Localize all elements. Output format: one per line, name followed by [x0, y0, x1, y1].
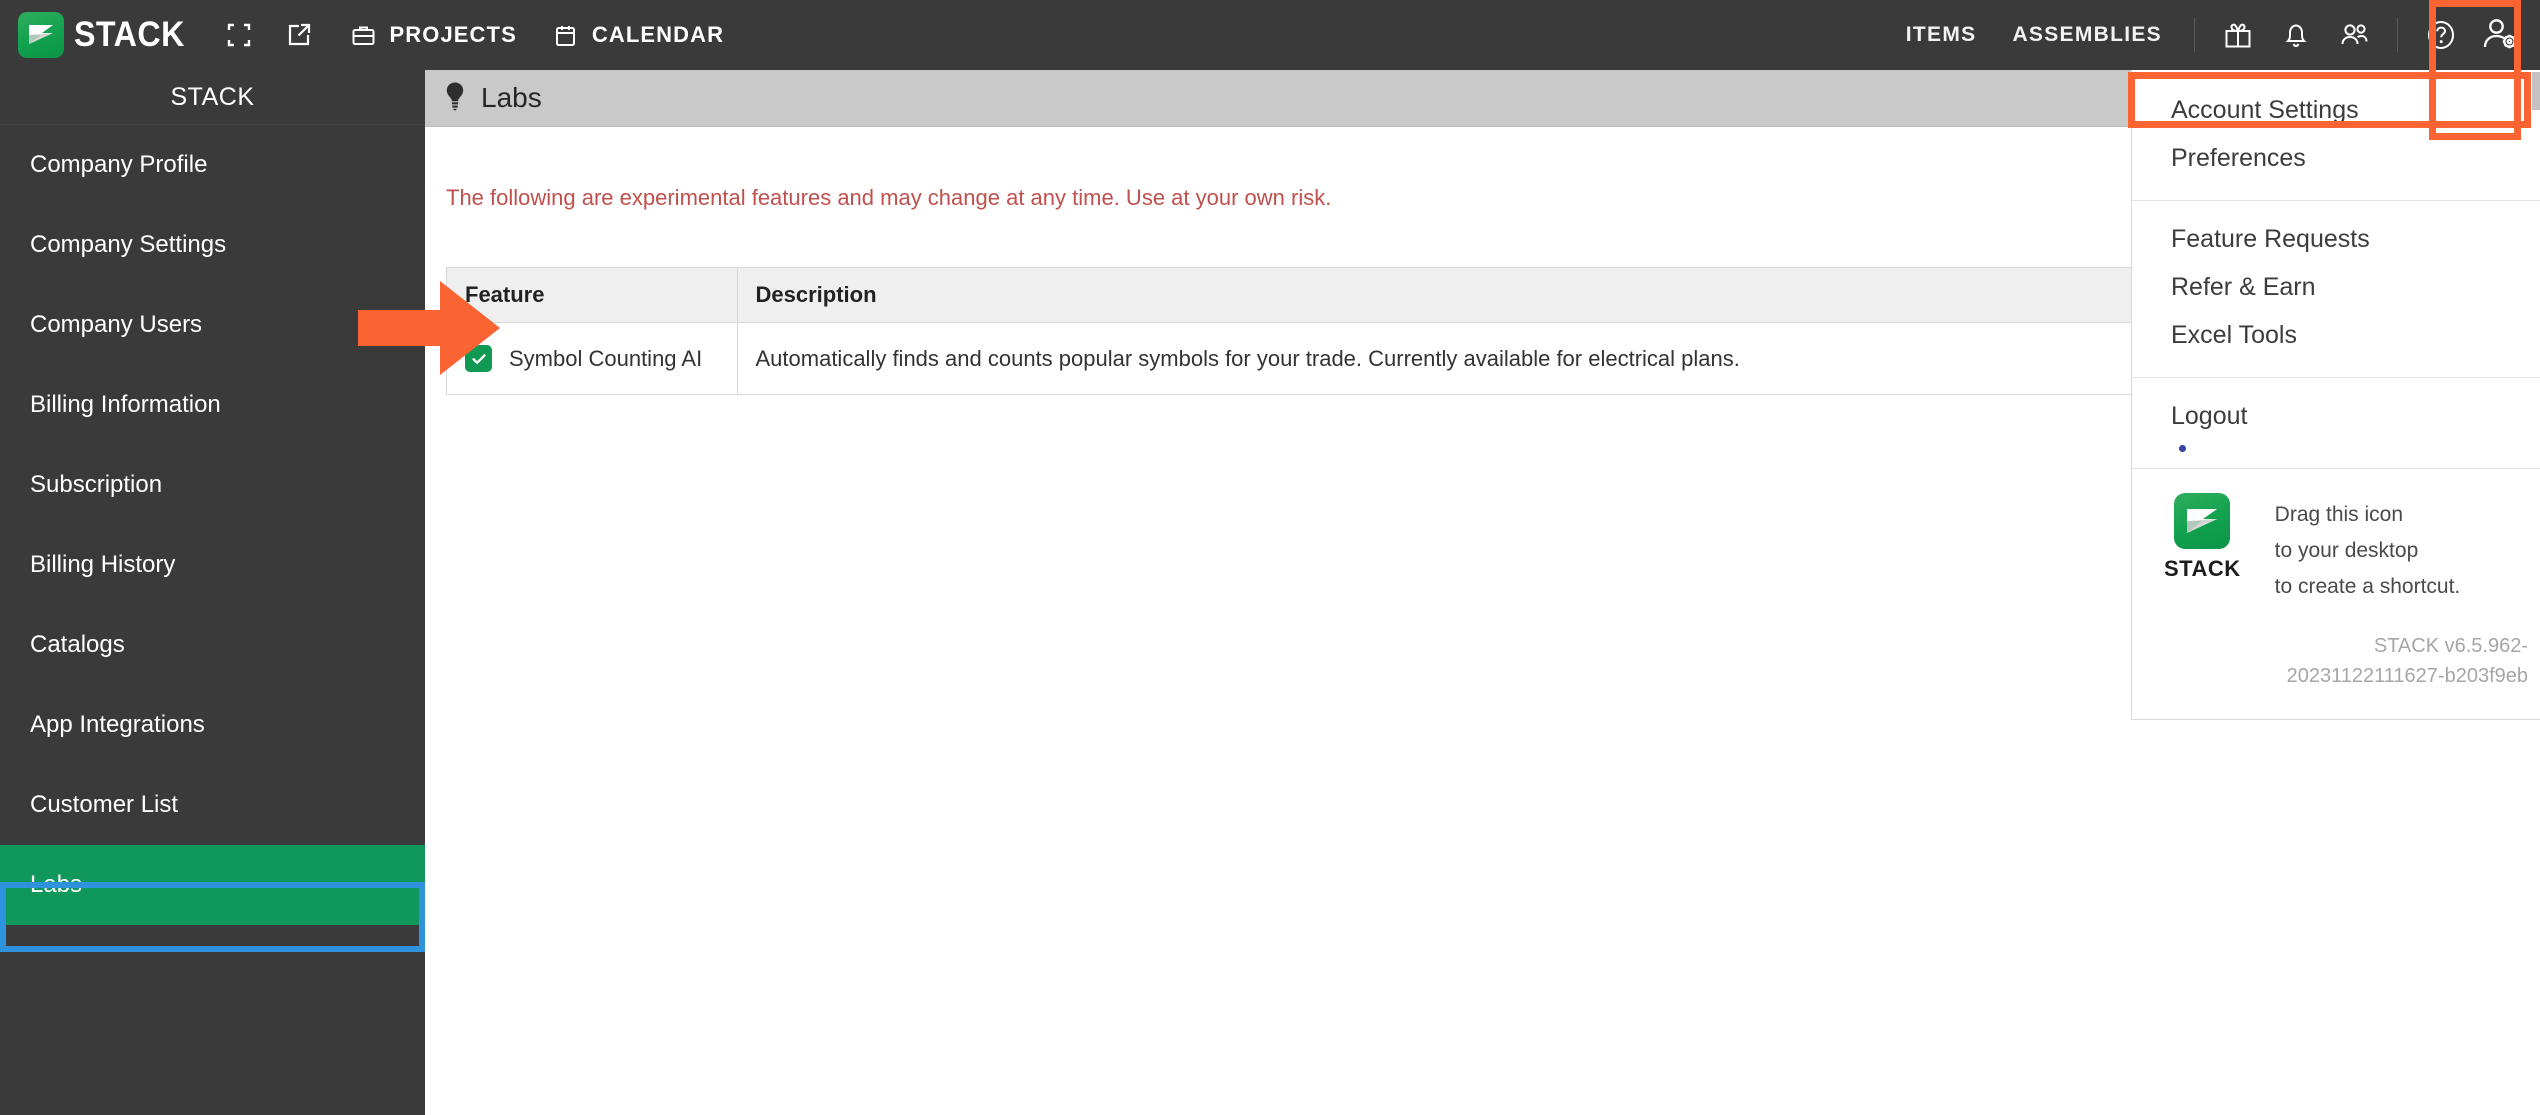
stack-logo-icon	[18, 12, 64, 58]
stack-logo-icon	[2174, 493, 2231, 549]
shortcut-logo-label: STACK	[2164, 556, 2241, 581]
calendar-icon	[551, 20, 581, 50]
sidebar-item-label: Catalogs	[30, 631, 125, 658]
nav-calendar[interactable]: CALENDAR	[551, 20, 724, 50]
shortcut-logo-group[interactable]: STACK	[2164, 493, 2241, 582]
version-line-1: STACK v6.5.962-	[2373, 635, 2528, 658]
sidebar-item-label: Billing History	[30, 551, 176, 578]
menu-item-account-settings[interactable]: Account Settings	[2132, 86, 2540, 134]
sidebar-item-label: Subscription	[30, 471, 163, 498]
divider	[2194, 18, 2195, 52]
divider	[2397, 18, 2398, 52]
scrollbar-thumb[interactable]	[2532, 72, 2540, 110]
sidebar-item-company-settings[interactable]: Company Settings	[0, 205, 425, 285]
menu-item-label: Preferences	[2171, 143, 2306, 172]
shortcut-instructions: Drag this icon to your desktop to create…	[2275, 493, 2461, 605]
nav-calendar-label: CALENDAR	[591, 22, 725, 47]
menu-item-label: Feature Requests	[2171, 224, 2370, 253]
feature-name: Symbol Counting AI	[509, 345, 703, 371]
sidebar-title: STACK	[0, 70, 425, 125]
sidebar-item-labs[interactable]: Labs	[0, 845, 425, 925]
sidebar-item-label: Customer List	[30, 791, 179, 818]
settings-sidebar: STACK Company Profile Company Settings C…	[0, 70, 425, 1115]
sidebar-item-company-profile[interactable]: Company Profile	[0, 125, 425, 205]
status-dot	[2179, 445, 2186, 452]
nav-items[interactable]: ITEMS	[1888, 23, 1995, 47]
sidebar-item-subscription[interactable]: Subscription	[0, 445, 425, 525]
app-root: STACK PROJECTS CALENDAR ITEMS ASSEMBLIES…	[0, 0, 2540, 1115]
sidebar-item-app-integrations[interactable]: App Integrations	[0, 685, 425, 765]
brand-title: STACK	[74, 15, 185, 54]
sidebar-item-customer-list[interactable]: Customer List	[0, 765, 425, 845]
menu-item-label: Account Settings	[2171, 95, 2359, 124]
sidebar-item-label: Company Settings	[30, 231, 227, 258]
version-line-2: 20231122111627-b203f9eb	[2286, 665, 2528, 688]
menu-item-feature-requests[interactable]: Feature Requests	[2132, 215, 2540, 263]
nav-assemblies[interactable]: ASSEMBLIES	[1994, 23, 2180, 47]
menu-item-label: Excel Tools	[2171, 320, 2297, 349]
sidebar-item-billing-information[interactable]: Billing Information	[0, 365, 425, 445]
sidebar-item-label: Labs	[30, 871, 83, 898]
orange-pointer-arrow	[358, 281, 500, 375]
briefcase-icon	[348, 20, 378, 50]
sidebar-item-label: Company Users	[30, 311, 203, 338]
sidebar-item-billing-history[interactable]: Billing History	[0, 525, 425, 605]
sidebar-item-label: Billing Information	[30, 391, 221, 418]
open-external-icon[interactable]	[284, 20, 314, 50]
bell-notification-icon[interactable]	[2267, 0, 2325, 70]
page-title: Labs	[481, 82, 542, 113]
menu-item-excel-tools[interactable]: Excel Tools	[2132, 311, 2540, 359]
sidebar-item-label: App Integrations	[30, 711, 205, 738]
people-icon[interactable]	[2325, 0, 2383, 70]
account-dropdown-menu: Account Settings Preferences Feature Req…	[2131, 70, 2540, 721]
gift-icon[interactable]	[2209, 0, 2267, 70]
nav-projects[interactable]: PROJECTS	[348, 20, 516, 50]
nav-projects-label: PROJECTS	[389, 22, 517, 47]
brand-group[interactable]: STACK	[0, 12, 194, 58]
lightbulb-icon	[443, 81, 467, 116]
app-version-text: STACK v6.5.962- 20231122111627-b203f9eb	[2132, 605, 2540, 713]
expand-fullscreen-icon[interactable]	[224, 20, 254, 50]
shortcut-line-1: Drag this icon	[2274, 503, 2404, 526]
sidebar-item-catalogs[interactable]: Catalogs	[0, 605, 425, 685]
menu-divider	[2132, 200, 2540, 201]
help-circle-icon[interactable]	[2412, 0, 2470, 70]
menu-item-label: Refer & Earn	[2171, 272, 2316, 301]
desktop-shortcut-block[interactable]: STACK Drag this icon to your desktop to …	[2132, 469, 2540, 605]
shortcut-line-2: to your desktop	[2274, 539, 2419, 563]
topbar-right-group: ITEMS ASSEMBLIES	[1888, 0, 2540, 70]
menu-spacer	[2132, 70, 2540, 86]
menu-item-label: Logout	[2171, 401, 2248, 430]
shortcut-line-3: to create a shortcut.	[2274, 575, 2461, 599]
menu-item-preferences[interactable]: Preferences	[2132, 134, 2540, 182]
menu-item-refer-and-earn[interactable]: Refer & Earn	[2132, 263, 2540, 311]
menu-divider	[2132, 377, 2540, 378]
menu-item-logout[interactable]: Logout	[2132, 392, 2540, 440]
top-header-bar: STACK PROJECTS CALENDAR ITEMS ASSEMBLIES	[0, 0, 2540, 70]
account-settings-person-gear-icon[interactable]	[2470, 7, 2532, 63]
sidebar-item-label: Company Profile	[30, 151, 208, 178]
